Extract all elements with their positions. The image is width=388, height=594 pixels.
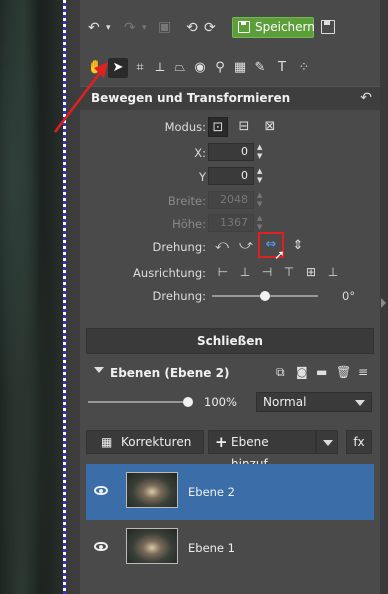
red-eye-tool-icon[interactable]: ◉ [190,58,210,78]
opacity-value: 100% [204,395,237,409]
height-field[interactable]: 1367 [208,214,254,232]
layers-title: Ebenen (Ebene 2) [110,366,230,380]
corrections-button[interactable]: ▦ Korrekturen [86,430,204,454]
crop-tool-icon[interactable]: ⌗ [130,58,150,78]
align-center-v-icon[interactable]: ⊞ [302,263,320,281]
mask-icon[interactable]: ◙ [296,364,308,380]
top-toolbar: ↶ ▾ ↷ ▾ ▣ ⟲ ⟳ Speichern [80,14,380,42]
close-button[interactable]: Schließen [86,328,374,354]
width-label: Breite: [167,194,206,208]
flip-vertical-icon[interactable]: ⇕ [288,236,308,256]
align-left-icon[interactable]: ⊢ [214,263,232,281]
image-icon[interactable]: ▣ [158,19,171,35]
chevron-down-icon [323,440,333,446]
save-as-icon[interactable] [321,20,335,34]
mode-canvas-icon[interactable]: ⊟ [234,117,254,137]
y-stepper-down[interactable]: ▼ [257,176,265,184]
y-label: Y [198,170,206,184]
rotation-slider-handle[interactable] [260,291,270,301]
width-stepper-up[interactable]: ▲ [257,191,265,199]
modus-label: Modus: [164,120,206,134]
eye-icon[interactable] [94,486,108,495]
panel-collapse-strip[interactable] [380,0,388,594]
mode-move-icon[interactable]: ⊡ [208,117,228,137]
folder-icon[interactable]: ▬ [316,364,327,380]
align-center-h-icon[interactable]: ⊥ [236,263,254,281]
annotation-arrow [54,62,108,133]
layer-name: Ebene 1 [188,541,235,555]
more-tools-icon[interactable]: ⁘ [294,58,314,78]
rotate-right-icon[interactable]: ⟳ [204,20,216,36]
duplicate-layer-icon[interactable]: ⧉ [276,364,285,380]
layer-name: Ebene 2 [188,485,235,499]
dropdown-caret-icon [355,400,365,406]
straighten-tool-icon[interactable]: ⏢ [170,58,190,78]
rotate-left-icon[interactable]: ⟲ [186,20,198,36]
x-field[interactable]: 0 [208,143,254,161]
mouse-cursor-icon: ➚ [274,248,285,263]
undo-icon[interactable]: ↶ [88,20,100,36]
right-panel: ↶ ▾ ↷ ▾ ▣ ⟲ ⟳ Speichern ✋ ➤ ⌗ ⟂ ⏢ ◉ ⚲ ▦ … [80,0,380,594]
rotation-label: Drehung: [152,240,206,254]
width-stepper-down[interactable]: ▼ [257,200,265,208]
height-label: Höhe: [172,217,206,231]
reset-icon[interactable]: ↶ [360,90,372,106]
tool-strip: ✋ ➤ ⌗ ⟂ ⏢ ◉ ⚲ ▦ ✎ T ⁘ [80,56,380,82]
y-field[interactable]: 0 [208,167,254,185]
trash-icon[interactable]: 🗑 [336,364,351,380]
expand-arrow-icon[interactable] [381,298,386,308]
width-field[interactable]: 2048 [208,191,254,209]
rotate-ccw-icon[interactable]: ⤺ [212,236,232,256]
x-stepper-up[interactable]: ▲ [257,143,265,151]
layer-row[interactable]: Ebene 2 [86,464,374,520]
brush-tool-icon[interactable]: ✎ [250,58,270,78]
layer-thumbnail [126,472,178,508]
height-stepper-down[interactable]: ▼ [257,223,265,231]
add-layer-button[interactable]: + Ebene hinzuf... [208,430,316,471]
grid-tool-icon[interactable]: ▦ [230,58,250,78]
opacity-slider-handle[interactable] [183,397,193,407]
menu-icon[interactable]: ≡ [358,364,368,380]
align-right-icon[interactable]: ⊣ [258,263,276,281]
clone-stamp-icon[interactable]: ⚲ [210,58,230,78]
section-header: Bewegen und Transformieren ↶ [80,86,380,110]
blend-mode-select[interactable]: Normal [256,392,372,412]
align-label: Ausrichtung: [133,266,206,280]
redo-icon[interactable]: ↷ [124,20,136,36]
save-label: Speichern [255,20,315,34]
rotation-slider-label: Drehung: [152,289,206,303]
redo-dropdown-icon[interactable]: ▾ [142,20,147,36]
plus-icon: + [215,433,228,451]
section-title: Bewegen und Transformieren [91,91,291,105]
disk-icon [238,21,250,33]
mode-resize-icon[interactable]: ⊠ [260,117,280,137]
height-stepper-up[interactable]: ▲ [257,214,265,222]
save-button[interactable]: Speichern [232,17,315,38]
text-tool-icon[interactable]: T [272,58,292,78]
mode-group: ⊡ ⊟ ⊠ [208,117,288,137]
align-top-icon[interactable]: ⊤ [280,263,298,281]
undo-dropdown-icon[interactable]: ▾ [106,20,111,36]
align-bottom-icon[interactable]: ⊥ [324,263,342,281]
x-stepper-down[interactable]: ▼ [257,152,265,160]
fx-button[interactable]: fx [346,430,372,454]
rotation-value: 0° [342,289,356,303]
opacity-slider-track[interactable] [88,401,188,403]
rotate-cw-icon[interactable]: ⤻ [236,236,256,256]
add-layer-dropdown[interactable] [316,430,338,454]
eye-icon[interactable] [94,542,108,551]
layer-row[interactable]: Ebene 1 [86,520,374,576]
y-stepper-up[interactable]: ▲ [257,167,265,175]
blend-mode-value: Normal [263,395,307,409]
corrections-label: Korrekturen [121,435,192,449]
corrections-icon: ▦ [101,435,113,449]
chevron-down-icon[interactable] [94,367,104,373]
x-label: X: [194,146,206,160]
layers-header: Ebenen (Ebene 2) ⧉ ◙ ▬ 🗑 ≡ [80,362,380,384]
perspective-tool-icon[interactable]: ⟂ [150,58,170,78]
layer-thumbnail [126,528,178,564]
